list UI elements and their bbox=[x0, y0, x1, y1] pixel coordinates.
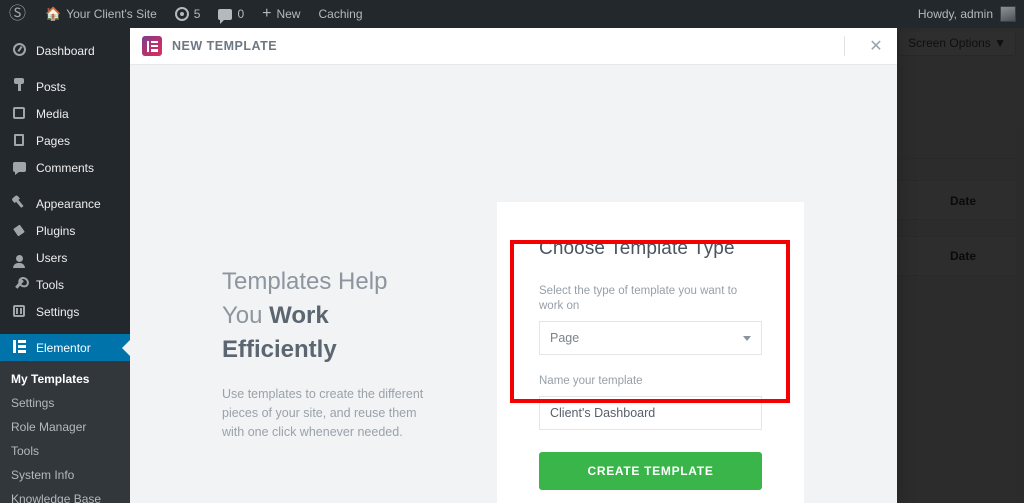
wrench-icon bbox=[11, 278, 27, 291]
sidebar-item-label: Pages bbox=[36, 133, 71, 148]
sidebar-item-label: Tools bbox=[36, 277, 65, 292]
adminbar-new[interactable]: + New bbox=[253, 0, 309, 28]
avatar bbox=[1000, 6, 1016, 22]
adminbar-caching[interactable]: Caching bbox=[309, 0, 371, 28]
submenu-item-tools[interactable]: Tools bbox=[0, 439, 130, 463]
submenu-item-settings[interactable]: Settings bbox=[0, 391, 130, 415]
sidebar-item-label: Plugins bbox=[36, 223, 76, 238]
settings-icon bbox=[11, 304, 27, 319]
sidebar-item-pages[interactable]: Pages bbox=[0, 127, 130, 154]
sidebar-item-label: Media bbox=[36, 106, 69, 121]
sidebar-item-plugins[interactable]: Plugins bbox=[0, 217, 130, 244]
template-type-value: Page bbox=[550, 331, 580, 345]
sidebar-item-label: Elementor bbox=[36, 340, 91, 355]
sidebar-item-comments[interactable]: Comments bbox=[0, 154, 130, 181]
card-heading: Choose Template Type bbox=[539, 238, 735, 259]
updates-count: 5 bbox=[193, 7, 201, 21]
promo-block: Templates Help You Work Efficiently Use … bbox=[222, 265, 432, 442]
template-name-value: Client's Dashboard bbox=[550, 406, 656, 420]
sidebar-item-media[interactable]: Media bbox=[0, 100, 130, 127]
menu-separator bbox=[0, 325, 130, 334]
sidebar-item-label: Posts bbox=[36, 79, 67, 94]
sidebar-item-appearance[interactable]: Appearance bbox=[0, 190, 130, 217]
sidebar-item-label: Appearance bbox=[36, 196, 101, 211]
header-divider bbox=[844, 36, 845, 56]
menu-separator bbox=[0, 181, 130, 190]
template-type-label: Select the type of template you want to … bbox=[539, 285, 738, 312]
template-type-select[interactable]: Page bbox=[539, 321, 762, 355]
field-gap bbox=[539, 355, 762, 374]
modal-title: NEW TEMPLATE bbox=[172, 39, 278, 53]
submenu-item-knowledge-base[interactable]: Knowledge Base bbox=[0, 487, 130, 503]
comment-icon bbox=[11, 161, 27, 175]
chevron-down-icon bbox=[743, 335, 751, 341]
adminbar-comments[interactable]: 0 bbox=[209, 0, 253, 28]
sidebar-item-posts[interactable]: Posts bbox=[0, 73, 130, 100]
adminbar-updates[interactable]: 5 bbox=[166, 0, 210, 28]
plus-icon: + bbox=[262, 5, 272, 22]
template-name-label: Name your template bbox=[539, 375, 643, 387]
media-icon bbox=[11, 106, 27, 121]
pin-icon bbox=[11, 78, 27, 93]
site-name-label: Your Client's Site bbox=[66, 7, 157, 21]
template-type-card: Choose Template Type Select the type of … bbox=[497, 202, 804, 503]
elementor-logo-icon bbox=[142, 36, 162, 56]
sidebar-item-elementor[interactable]: Elementor bbox=[0, 334, 130, 361]
adminbar-account[interactable]: Howdy, admin bbox=[918, 6, 1024, 22]
create-template-label: CREATE TEMPLATE bbox=[587, 464, 714, 478]
submenu-item-role-manager[interactable]: Role Manager bbox=[0, 415, 130, 439]
elementor-submenu: My Templates Settings Role Manager Tools… bbox=[0, 361, 130, 503]
sidebar-item-users[interactable]: Users bbox=[0, 244, 130, 271]
modal-header: NEW TEMPLATE ✕ bbox=[130, 28, 897, 65]
menu-separator bbox=[0, 64, 130, 73]
dashboard-icon bbox=[11, 43, 27, 58]
plug-icon bbox=[11, 224, 27, 237]
home-icon: 🏠 bbox=[45, 6, 62, 21]
menu-spacer-top bbox=[0, 28, 130, 37]
adminbar-site-name[interactable]: 🏠 Your Client's Site bbox=[36, 0, 166, 28]
pages-icon bbox=[11, 133, 27, 148]
new-template-modal: NEW TEMPLATE ✕ Templates Help You Work E… bbox=[130, 28, 897, 503]
comment-bubble-icon bbox=[218, 8, 233, 24]
close-icon[interactable]: ✕ bbox=[859, 28, 893, 65]
user-icon bbox=[11, 251, 27, 268]
promo-body: Use templates to create the different pi… bbox=[222, 387, 424, 439]
admin-sidebar: Dashboard Posts Media Pages Comments App… bbox=[0, 28, 130, 503]
screen: Ⓢ 🏠 Your Client's Site 5 0 + New Caching… bbox=[0, 0, 1024, 503]
create-template-button[interactable]: CREATE TEMPLATE bbox=[539, 452, 762, 490]
sidebar-item-label: Users bbox=[36, 250, 68, 265]
submenu-item-my-templates[interactable]: My Templates bbox=[0, 367, 130, 391]
modal-body: Templates Help You Work Efficiently Use … bbox=[130, 65, 897, 503]
elementor-icon bbox=[11, 340, 27, 355]
template-name-input[interactable]: Client's Dashboard bbox=[539, 396, 762, 430]
sidebar-item-tools[interactable]: Tools bbox=[0, 271, 130, 298]
caching-label: Caching bbox=[318, 7, 363, 21]
sidebar-item-settings[interactable]: Settings bbox=[0, 298, 130, 325]
comments-count: 0 bbox=[237, 7, 245, 21]
admin-bar: Ⓢ 🏠 Your Client's Site 5 0 + New Caching… bbox=[0, 0, 1024, 28]
brush-icon bbox=[11, 197, 27, 210]
howdy-label: Howdy, admin bbox=[917, 7, 993, 21]
wordpress-logo-icon[interactable]: Ⓢ bbox=[0, 0, 36, 28]
sidebar-item-label: Settings bbox=[36, 304, 80, 319]
sidebar-item-label: Dashboard bbox=[36, 43, 95, 58]
sidebar-item-dashboard[interactable]: Dashboard bbox=[0, 37, 130, 64]
sidebar-item-label: Comments bbox=[36, 160, 95, 175]
updates-icon bbox=[174, 7, 189, 21]
promo-heading: Templates Help You Work Efficiently bbox=[222, 265, 432, 367]
new-label: New bbox=[276, 7, 301, 21]
submenu-item-system-info[interactable]: System Info bbox=[0, 463, 130, 487]
